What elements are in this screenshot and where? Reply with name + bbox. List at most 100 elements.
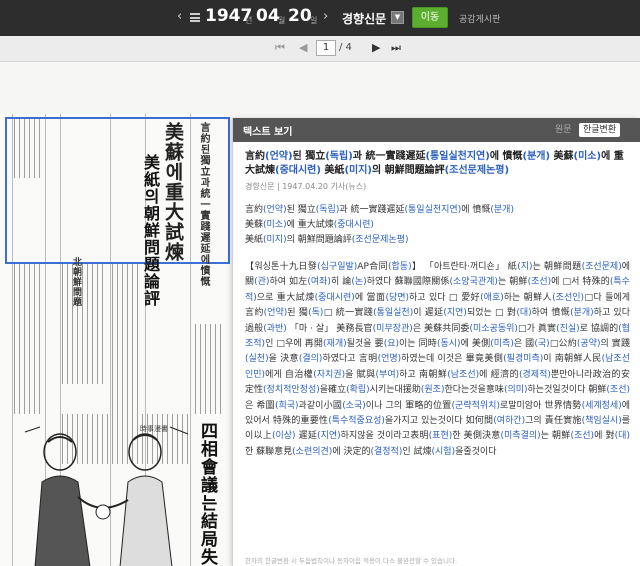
next-page-icon[interactable]: ▶ — [372, 41, 380, 54]
subheading-line: 言約(언약)된 獨立(독립)과 統一實踐遲延(통일실천지연)에 憤慨(분개) — [245, 203, 630, 218]
hanja-text: 하였는데 이것은 畢竟美側 — [401, 354, 504, 365]
hanja-text: 과같이小國 — [298, 400, 343, 411]
hangul-reading: (경제적) — [519, 369, 551, 380]
hanja-text: 의 朝鮮問題論評 — [371, 165, 445, 176]
hangul-reading: (독) — [308, 308, 324, 319]
article-body: 【워싱톤十九日發(십구일발)AP合同(합동)】 「아트란타‧꺼디숀」 紙(지)는… — [245, 260, 630, 460]
hanja-text: 하고 있다 □ 愛好 — [409, 292, 481, 303]
hangul-reading: (미무장관) — [372, 323, 413, 334]
hanja-text: 된 獨 — [287, 308, 309, 319]
hanja-text: 된 獨立 — [286, 205, 316, 215]
day-unit: 일 — [310, 16, 318, 25]
hanja-text: 에 對 — [594, 431, 615, 442]
hangul-reading: (분개) — [522, 151, 551, 162]
hanja-text: 는 朝鮮問題 — [532, 262, 582, 272]
hanja-text: 이는 同時 — [399, 339, 437, 350]
board-link[interactable]: 공감게시판 — [459, 12, 500, 25]
hanja-text: 한다는것을意味 — [444, 385, 504, 396]
hangul-reading: (언약) — [263, 308, 288, 319]
hangul-reading: (실천) — [245, 354, 269, 365]
first-page-icon[interactable]: ⏮ — [275, 41, 285, 55]
hanja-text: 에 重大試煉 — [286, 220, 334, 230]
hanja-text: 言約 — [245, 151, 265, 162]
tab-original[interactable]: 원문 — [551, 123, 576, 137]
hanja-text: 하였다고 言明 — [322, 354, 378, 365]
hangul-reading: (조선문제논평) — [351, 235, 409, 245]
hanja-text: 에 憤慨 — [461, 205, 491, 215]
hanja-text: 로 協調的 — [579, 323, 619, 334]
last-page-icon[interactable]: ⏭ — [391, 41, 401, 55]
hangul-reading: (미측결의) — [500, 431, 541, 442]
hanja-text: 에 □서 特殊的 — [551, 277, 610, 288]
hanja-text: 遲延 — [295, 431, 318, 442]
hanja-text: 된 獨立 — [292, 151, 326, 162]
newspaper-select[interactable]: 경향신문 — [342, 10, 386, 27]
hangul-reading: (이상) — [271, 431, 296, 442]
hanja-text: 하지않을 것이라고表明 — [340, 431, 429, 442]
hangul-reading: (재개) — [323, 339, 347, 350]
month-value[interactable]: 04 — [256, 6, 280, 26]
hangul-reading: (조선) — [527, 277, 552, 288]
hangul-reading: (통일실천지연) — [404, 205, 462, 215]
hangul-reading: (군략적위치) — [451, 400, 500, 411]
hangul-reading: (소국) — [342, 400, 366, 411]
go-button[interactable]: 이동 — [412, 7, 448, 28]
hanja-text: 이 遲延 — [413, 308, 444, 319]
calendar-list-icon[interactable] — [190, 13, 200, 22]
hangul-reading: (미소) — [573, 151, 602, 162]
hangul-reading: (관) — [254, 277, 270, 288]
hangul-reading: (십구일발) — [317, 262, 358, 272]
hanja-text: 과 統一實踐遲延 — [339, 205, 405, 215]
hanja-text: □公約 — [549, 339, 577, 350]
tab-korean[interactable]: 한글변환 — [579, 123, 621, 137]
next-date-arrow[interactable]: › — [323, 9, 328, 24]
hangul-reading: (조선문제논평) — [444, 165, 510, 176]
prev-page-icon[interactable]: ◀ — [299, 41, 307, 54]
hanja-text: 】 「아트란타‧꺼디숀」 紙 — [411, 262, 518, 272]
hanja-text: 과 統一實踐遲延 — [352, 151, 426, 162]
hanja-text: 에 當面 — [354, 292, 386, 303]
hangul-reading: (미소) — [263, 220, 287, 230]
chevron-down-icon[interactable]: ▼ — [391, 11, 404, 24]
panel-title: 텍스트 보기 — [243, 127, 293, 138]
hangul-reading: (과반) — [263, 323, 287, 334]
hangul-reading: (필경미측) — [503, 354, 544, 365]
hanja-text: 을 決意 — [268, 354, 299, 365]
month-unit: 월 — [278, 16, 286, 25]
hangul-reading: (언약) — [263, 205, 287, 215]
hangul-reading: (미측) — [490, 339, 514, 350]
hanja-text: 은 國 — [513, 339, 535, 350]
political-cartoon — [24, 426, 189, 566]
page-total: / 4 — [339, 42, 352, 53]
hanja-text: 히 論 — [330, 277, 352, 288]
hangul-reading: (합동) — [388, 262, 412, 272]
paper-headline-main: 美蘇에重大試煉 — [162, 122, 184, 262]
prev-date-arrow[interactable]: ‹ — [177, 9, 182, 24]
hanja-text: 【워싱톤十九日發 — [245, 262, 318, 272]
paper-lower-heading-2: 北朝鮮問題 — [71, 257, 81, 307]
hanja-text: 에 經濟的 — [479, 369, 519, 380]
hangul-reading: (미소공동위) — [469, 323, 518, 334]
hanja-text: 하여 憤慨 — [531, 308, 571, 319]
hanja-text: 이나 그의 軍略的位置 — [365, 400, 452, 411]
page-number-input[interactable]: 1 — [316, 40, 336, 56]
hanja-text: 으로 重大試煉 — [256, 292, 315, 303]
hanja-text: 는 朝鮮 — [540, 431, 571, 442]
text-view-panel: 텍스트 보기 원문 한글변환 言約(언약)된 獨立(독립)과 統一實踐遲延(통일… — [232, 118, 640, 566]
hangul-reading: (표현) — [428, 431, 453, 442]
hangul-reading: (지연) — [317, 431, 341, 442]
hangul-reading: (미지) — [263, 235, 287, 245]
hangul-reading: (조선) — [606, 385, 631, 396]
hanja-text: 하였다 蘇聯國際關係 — [366, 277, 450, 288]
hangul-reading: (진실) — [556, 323, 580, 334]
hanja-text: 인 試煉 — [402, 446, 432, 457]
hanja-text: 은 美蘇共同委 — [412, 323, 470, 334]
year-unit: 년 — [245, 16, 253, 25]
hanja-text: 하고 南朝鮮 — [399, 369, 448, 380]
hanja-text: 의 實踐 — [600, 339, 630, 350]
hangul-reading: (소양국관계) — [449, 277, 498, 288]
hanja-text: 에 決定的 — [332, 446, 371, 457]
conversion-note: 한자의 한글변환 시 두음법칙이나 동자이음 적용이 다소 불완전할 수 있습니… — [245, 557, 458, 565]
day-value[interactable]: 20 — [288, 6, 312, 26]
hanja-text: 「마 ‧ 살」 美務長官 — [286, 323, 373, 334]
